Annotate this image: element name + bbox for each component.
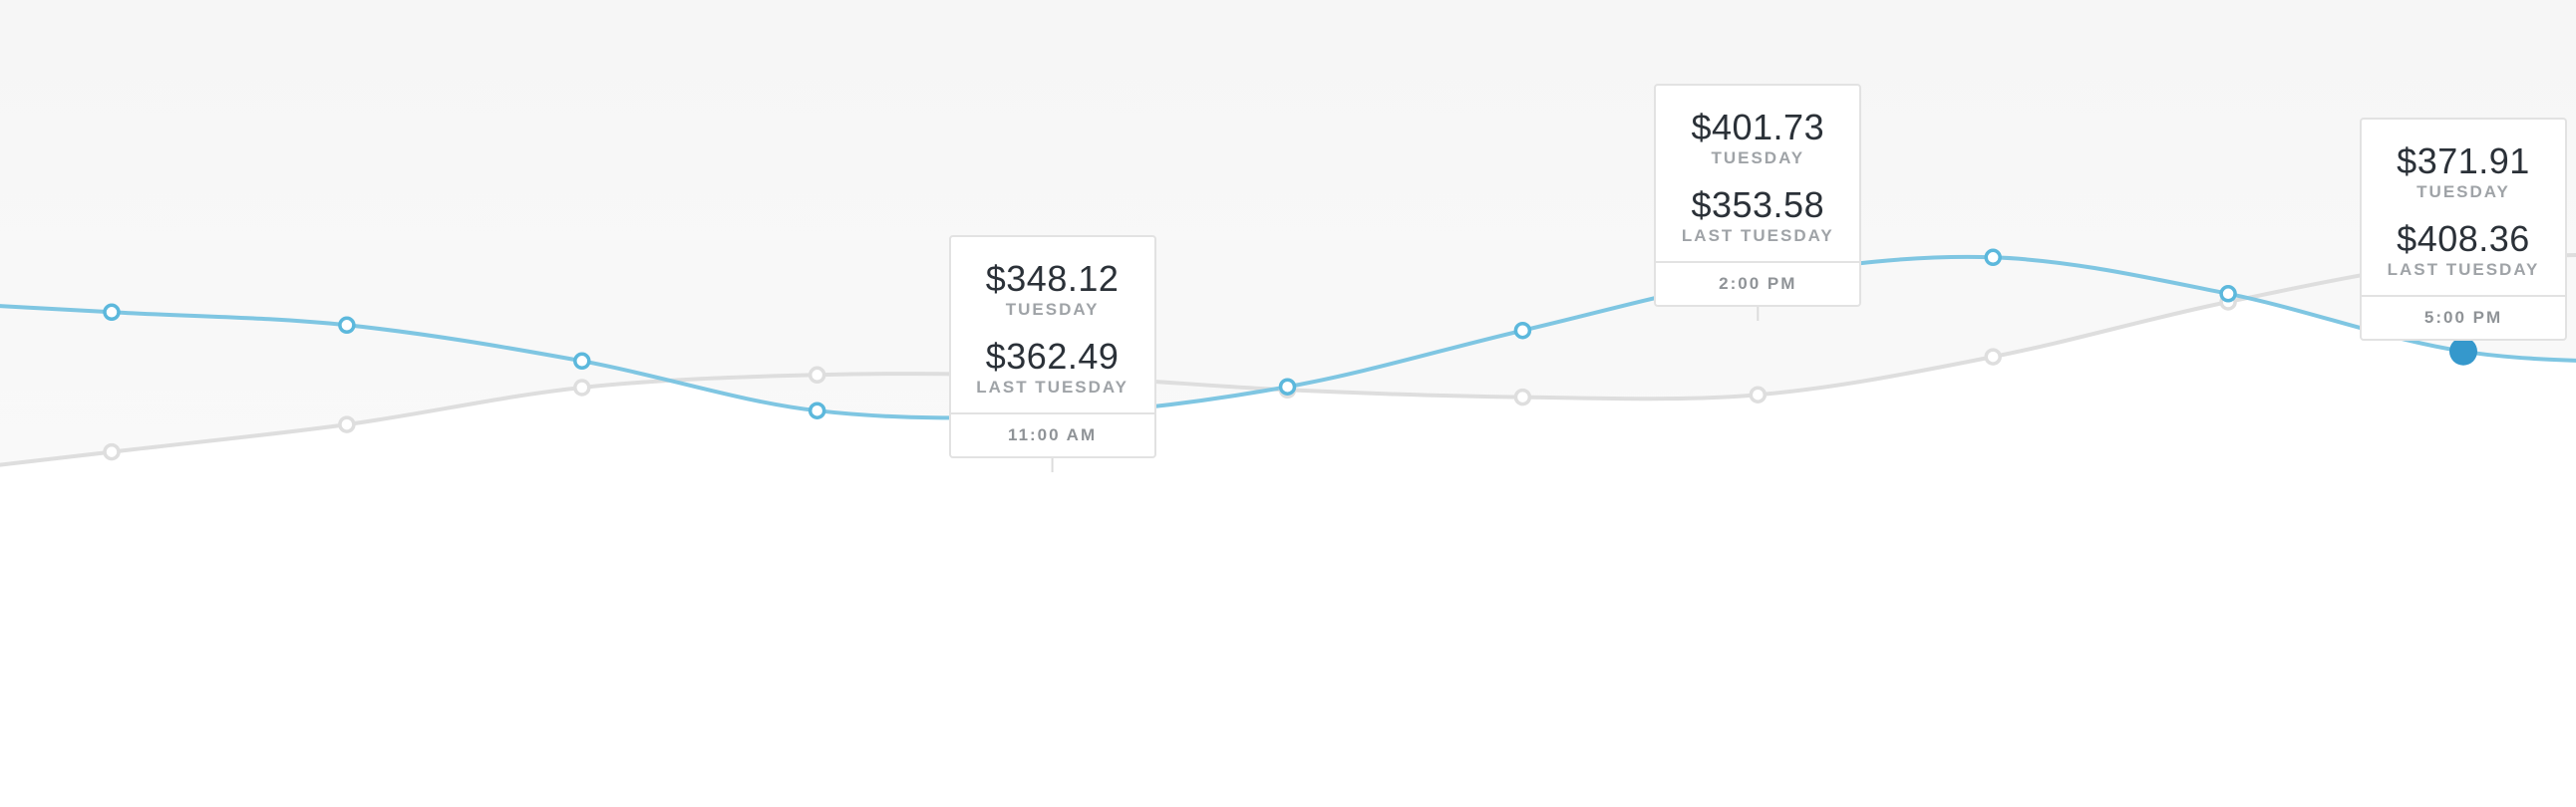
data-point-tuesday[interactable] — [338, 316, 356, 335]
data-point-tuesday[interactable] — [807, 402, 826, 419]
tooltip-tuesday-value: $371.91 — [2397, 140, 2530, 181]
data-point-last-tuesday[interactable] — [1749, 386, 1768, 404]
data-point-last-tuesday[interactable] — [103, 442, 121, 461]
tooltip-last-tuesday-label: LAST TUESDAY — [2387, 260, 2540, 279]
tooltip-tuesday-value: $401.73 — [1691, 107, 1825, 147]
tooltip-time: 11:00 AM — [950, 412, 1154, 456]
tooltip-11am: $348.12 TUESDAY $362.49 LAST TUESDAY 11:… — [948, 235, 1156, 458]
data-point-tuesday[interactable] — [573, 352, 591, 371]
data-point-tuesday[interactable] — [1513, 321, 1532, 340]
data-point-tuesday[interactable] — [103, 303, 121, 322]
tooltip-time: 2:00 PM — [1656, 261, 1860, 305]
tooltip-2pm: $401.73 TUESDAY $353.58 LAST TUESDAY 2:0… — [1654, 84, 1862, 307]
tooltip-tuesday-label: TUESDAY — [2416, 182, 2510, 201]
tooltip-5pm: $371.91 TUESDAY $408.36 LAST TUESDAY 5:0… — [2360, 118, 2567, 341]
line-chart — [0, 0, 2576, 472]
data-point-tuesday[interactable] — [2219, 285, 2237, 303]
data-point-last-tuesday[interactable] — [807, 366, 826, 385]
tooltip-last-tuesday-label: LAST TUESDAY — [976, 378, 1128, 397]
data-point-tuesday[interactable] — [1984, 248, 2002, 267]
tooltip-tuesday-label: TUESDAY — [1711, 148, 1805, 167]
tooltip-last-tuesday-value: $362.49 — [985, 336, 1120, 377]
data-point-last-tuesday[interactable] — [1984, 348, 2002, 366]
tooltip-time: 5:00 PM — [2362, 295, 2565, 339]
data-point-tuesday[interactable] — [1278, 378, 1297, 396]
tooltip-last-tuesday-value: $353.58 — [1691, 184, 1825, 225]
data-point-last-tuesday[interactable] — [338, 415, 356, 433]
data-point-tuesday-selected[interactable] — [2449, 337, 2477, 366]
tooltip-last-tuesday-value: $408.36 — [2397, 218, 2530, 259]
data-point-last-tuesday[interactable] — [1513, 388, 1532, 406]
tooltip-last-tuesday-label: LAST TUESDAY — [1681, 226, 1834, 245]
tooltip-tuesday-label: TUESDAY — [1005, 300, 1100, 319]
data-point-last-tuesday[interactable] — [573, 379, 591, 397]
tooltip-tuesday-value: $348.12 — [985, 258, 1120, 299]
